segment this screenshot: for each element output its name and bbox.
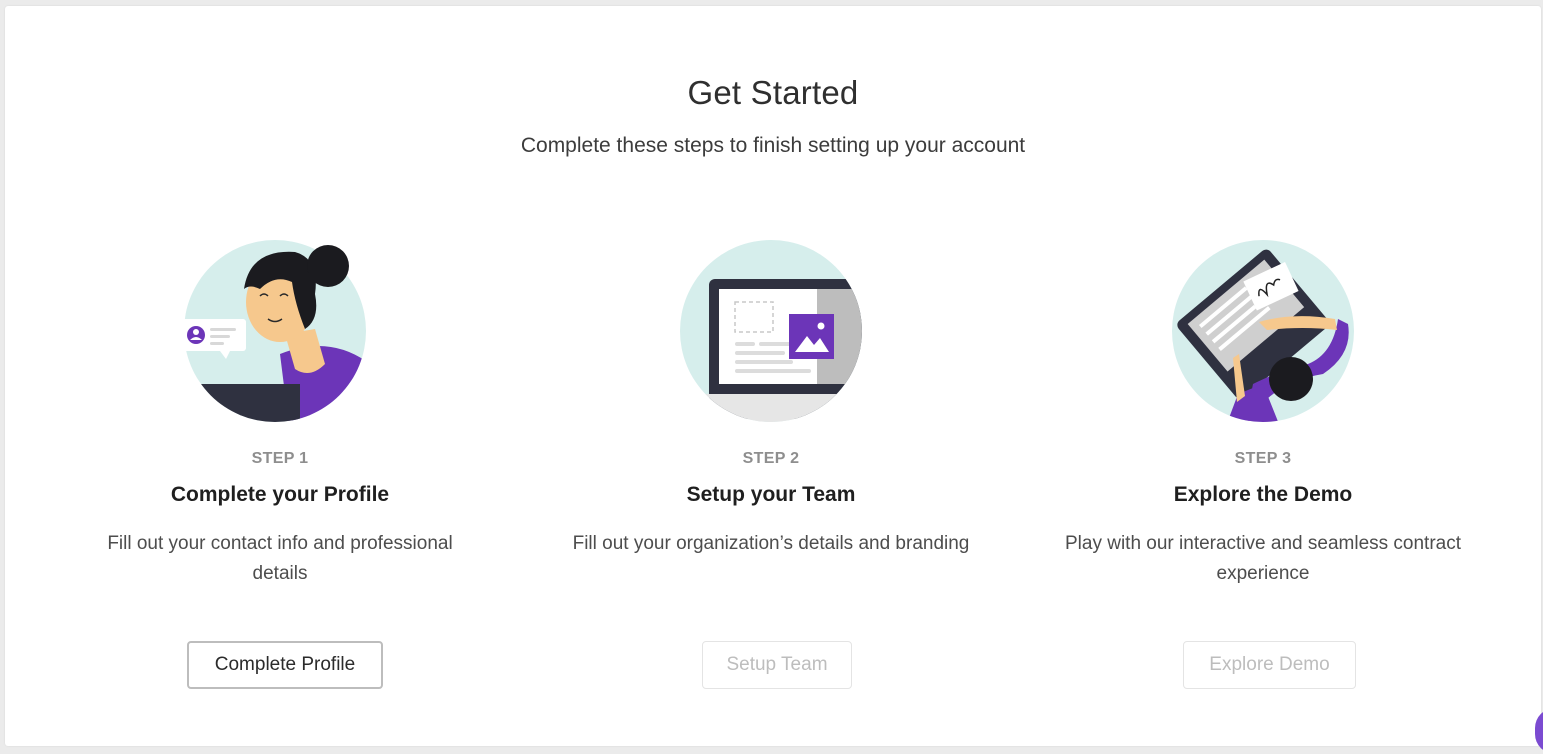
- step-description: Play with our interactive and seamless c…: [1064, 533, 1461, 584]
- step-title: Complete your Profile: [170, 483, 390, 506]
- step-1: STEP 1 Complete your Profile Fill out yo…: [60, 234, 500, 689]
- get-started-card: Get Started Complete these steps to fini…: [5, 6, 1541, 746]
- profile-illustration-icon: [182, 240, 366, 422]
- step-description: Fill out your contact info and professio…: [107, 533, 453, 584]
- team-branding-illustration-icon: [680, 240, 862, 422]
- step-number: STEP 1: [251, 450, 309, 467]
- explore-demo-button[interactable]: Explore Demo: [1183, 641, 1356, 689]
- step-title: Setup your Team: [686, 483, 856, 506]
- demo-contract-illustration-icon: [1172, 240, 1354, 422]
- setup-team-button[interactable]: Setup Team: [702, 641, 852, 689]
- step-2: STEP 2 Setup your Team Fill out your org…: [551, 234, 991, 689]
- page-subtitle: Complete these steps to finish setting u…: [520, 134, 1026, 157]
- complete-profile-button[interactable]: Complete Profile: [187, 641, 383, 689]
- step-title: Explore the Demo: [1173, 483, 1353, 506]
- step-description: Fill out your organization’s details and…: [572, 533, 970, 554]
- page-title: Get Started: [687, 74, 859, 111]
- step-number: STEP 2: [742, 450, 800, 467]
- step-3: STEP 3 Explore the Demo Play with our in…: [1043, 234, 1483, 689]
- step-number: STEP 3: [1234, 450, 1292, 467]
